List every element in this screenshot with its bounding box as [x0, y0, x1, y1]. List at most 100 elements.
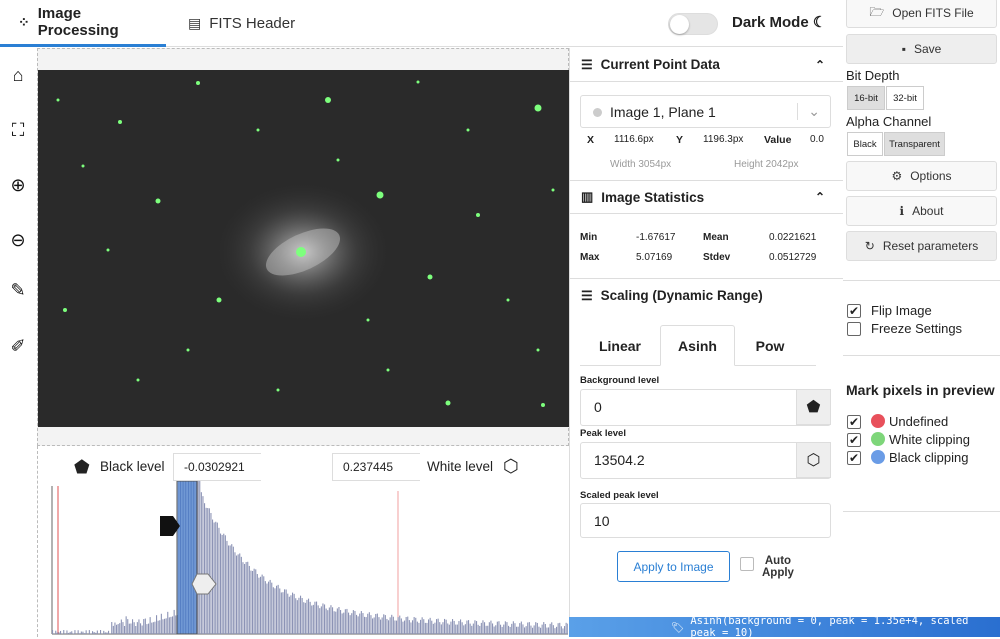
- hist-bar: [215, 522, 216, 634]
- black-level-input[interactable]: -0.0302921: [173, 453, 261, 481]
- hist-bar: [390, 617, 391, 634]
- options-button[interactable]: ⚙Options: [846, 161, 997, 191]
- apply-to-image-button[interactable]: Apply to Image: [617, 551, 730, 582]
- hist-bar: [265, 581, 266, 634]
- scaled-peak-field[interactable]: 10: [580, 503, 831, 538]
- current-point-header[interactable]: ☰Current Point Data⌃: [570, 48, 843, 82]
- image-statistics-header[interactable]: ▥Image Statistics⌃: [570, 180, 843, 214]
- hist-bar: [455, 625, 456, 634]
- black-level-set-icon[interactable]: ⬟: [796, 389, 831, 425]
- hist-bar: [222, 535, 223, 634]
- hist-bar: [135, 626, 136, 634]
- value: 0.0: [810, 134, 824, 145]
- tab-pow[interactable]: Pow: [735, 325, 805, 366]
- fit-screen-icon[interactable]: ⛶: [7, 119, 29, 141]
- save-button[interactable]: ▪Save: [846, 34, 997, 64]
- sliders-icon: ☰: [581, 288, 593, 304]
- hist-bar: [438, 619, 439, 634]
- hist-bar: [410, 622, 411, 634]
- bit-16-button[interactable]: 16-bit: [847, 86, 885, 110]
- hist-bar: [276, 586, 277, 634]
- hist-bar: [348, 613, 349, 634]
- hist-bar: [481, 623, 482, 634]
- black-eyedropper-icon[interactable]: ✎: [7, 279, 29, 301]
- hist-bar: [540, 628, 541, 634]
- hist-bar: [289, 597, 290, 634]
- white-eyedropper-icon[interactable]: ✐: [7, 335, 29, 357]
- hist-bar: [231, 544, 232, 634]
- peak-level-field[interactable]: 13504.2 ⬡: [580, 442, 831, 479]
- hist-bar: [513, 621, 514, 634]
- about-button[interactable]: ℹAbout: [846, 196, 997, 226]
- hist-bar: [452, 619, 453, 634]
- tab-image-processing[interactable]: ⁘ Image Processing: [0, 0, 166, 47]
- tab-asinh[interactable]: Asinh: [660, 325, 735, 366]
- image-dot: [593, 108, 602, 117]
- bit-32-button[interactable]: 32-bit: [886, 86, 924, 110]
- tab-linear[interactable]: Linear: [580, 325, 660, 366]
- white-clipping-checkbox[interactable]: ✔: [847, 433, 861, 447]
- hist-bar: [73, 633, 74, 634]
- black-level-icon: ⬟: [74, 457, 90, 478]
- hist-bar: [426, 623, 427, 634]
- auto-apply-checkbox[interactable]: [740, 557, 754, 571]
- hist-bar: [375, 614, 376, 634]
- tab-fits-header[interactable]: ▤ FITS Header: [186, 0, 295, 47]
- hist-bar: [474, 620, 475, 634]
- black-clipping-checkbox[interactable]: ✔: [847, 451, 861, 465]
- reset-parameters-button[interactable]: ↻Reset parameters: [846, 231, 997, 261]
- hist-bar: [100, 630, 101, 634]
- chevron-up-icon: ⌃: [815, 58, 825, 72]
- zoom-out-icon[interactable]: ⊖: [7, 229, 29, 251]
- black-clipping-dot: [871, 450, 885, 464]
- hist-bar: [286, 589, 287, 634]
- menu-icon: ☰: [581, 57, 593, 73]
- hist-bar: [519, 623, 520, 634]
- histogram-chart[interactable]: [40, 481, 568, 637]
- white-level-set-icon[interactable]: ⬡: [796, 442, 831, 478]
- undefined-checkbox[interactable]: ✔: [847, 415, 861, 429]
- freeze-settings-checkbox[interactable]: [847, 322, 861, 336]
- tab-label: FITS Header: [209, 15, 295, 32]
- hist-bar: [129, 624, 130, 634]
- background-level-field[interactable]: 0 ⬟: [580, 389, 831, 426]
- hist-bar: [82, 632, 83, 634]
- image-viewer[interactable]: [37, 48, 569, 446]
- hist-bar: [332, 607, 333, 634]
- hist-bar: [359, 614, 360, 634]
- hist-bar: [127, 619, 128, 634]
- hist-bar: [567, 624, 568, 634]
- hist-bar: [489, 622, 490, 634]
- white-level-input[interactable]: 0.237445: [332, 453, 420, 481]
- moon-icon: ☾: [813, 14, 826, 31]
- hist-bar: [369, 612, 370, 634]
- image-select[interactable]: Image 1, Plane 1 ⌄: [580, 95, 831, 128]
- hist-bar: [551, 622, 552, 634]
- zoom-in-icon[interactable]: ⊕: [7, 174, 29, 196]
- hist-bar: [138, 619, 139, 634]
- hist-bar: [425, 623, 426, 634]
- hist-bar: [294, 594, 295, 634]
- hist-bar: [327, 610, 328, 634]
- hist-bar: [292, 593, 293, 634]
- alpha-transparent-button[interactable]: Transparent: [884, 132, 945, 156]
- hist-bar: [250, 571, 251, 634]
- dark-mode-toggle[interactable]: [668, 13, 718, 35]
- bar-chart-icon: ▥: [581, 189, 593, 205]
- hist-bar: [545, 624, 546, 634]
- hist-bar: [546, 628, 547, 634]
- alpha-black-button[interactable]: Black: [847, 132, 883, 156]
- hist-bar: [121, 620, 122, 634]
- hist-bar: [454, 621, 455, 634]
- open-fits-button[interactable]: 🗁Open FITS File: [846, 0, 997, 28]
- hist-bar: [524, 627, 525, 634]
- home-icon[interactable]: ⌂: [7, 64, 29, 86]
- hist-bar: [255, 569, 256, 634]
- scaling-header[interactable]: ☰Scaling (Dynamic Range): [570, 278, 843, 312]
- divider: [843, 511, 1000, 512]
- galaxy-image[interactable]: [38, 70, 569, 427]
- top-tab-bar: ⁘ Image Processing ▤ FITS Header Dark Mo…: [0, 0, 843, 47]
- flip-image-checkbox[interactable]: ✔: [847, 304, 861, 318]
- hist-bar: [81, 632, 82, 634]
- bit-depth-label: Bit Depth: [846, 68, 899, 83]
